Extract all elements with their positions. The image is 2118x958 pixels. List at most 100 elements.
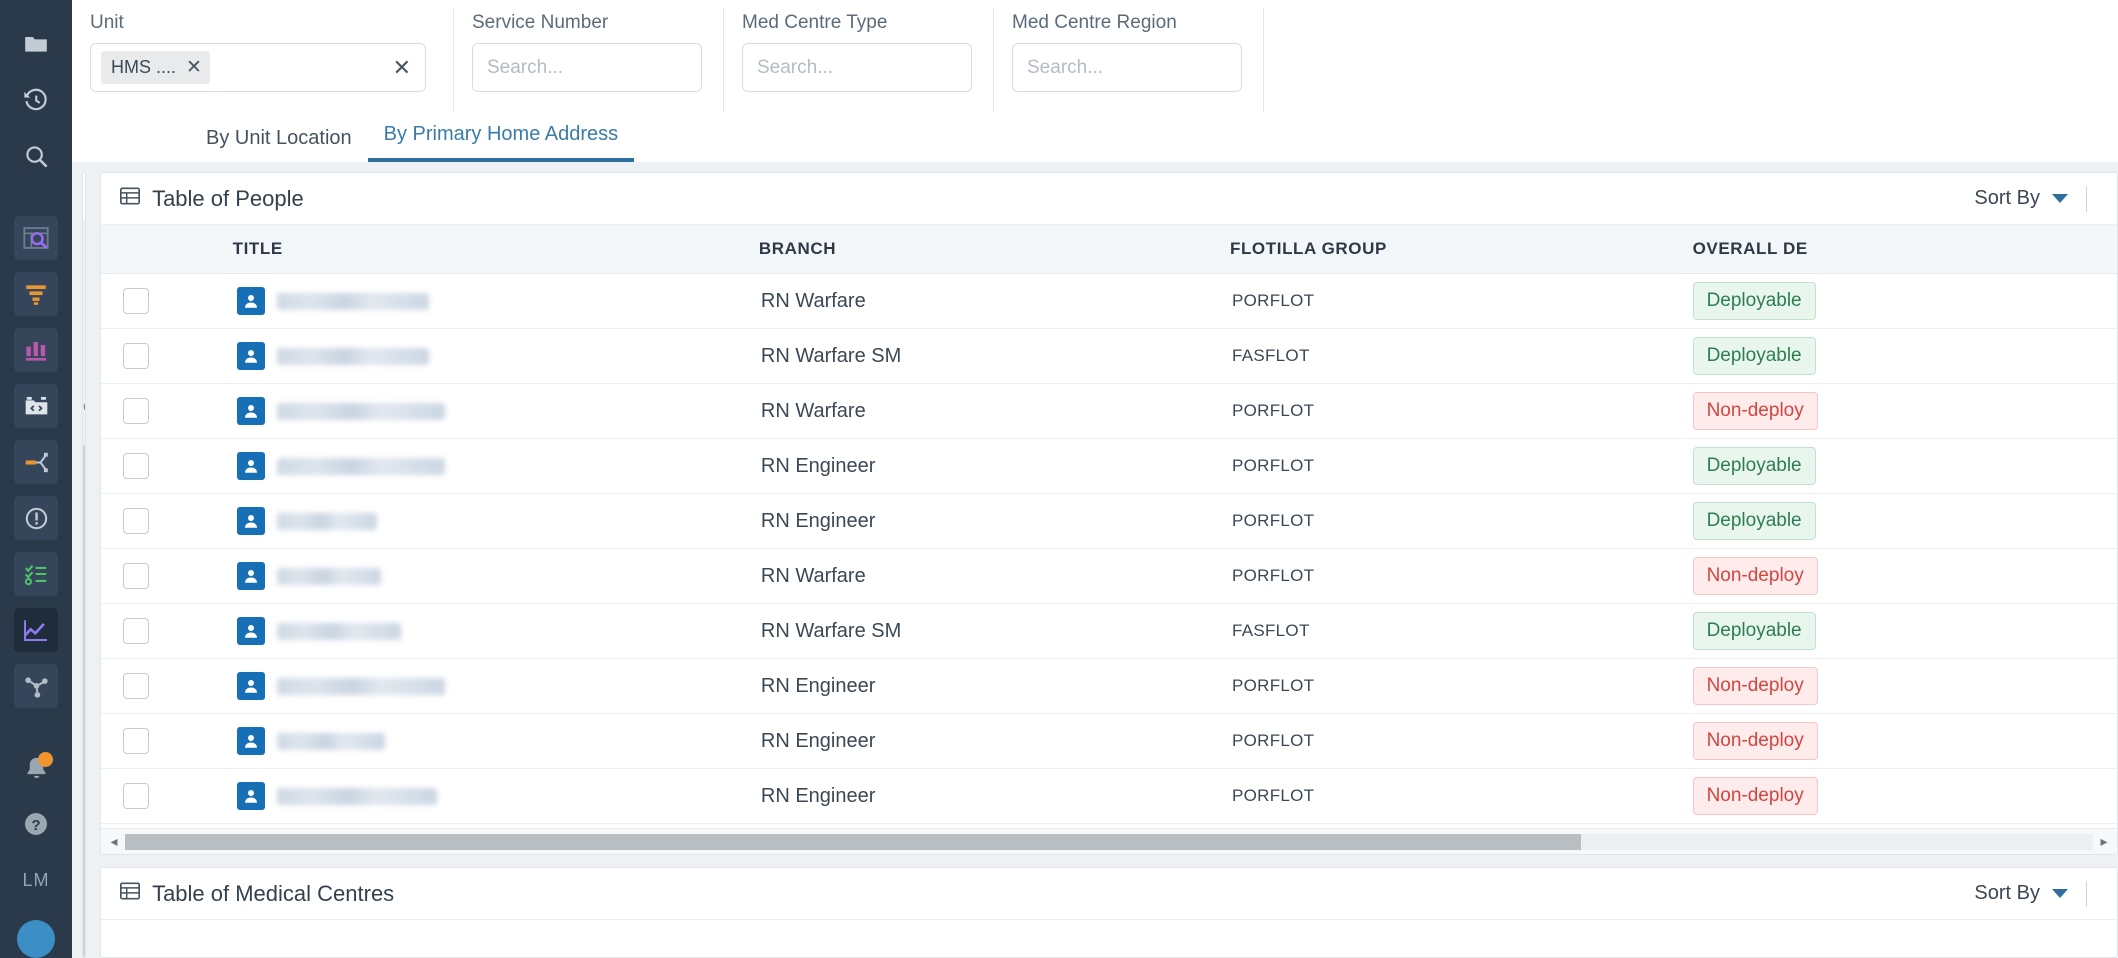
medical-centres-sort-by[interactable]: Sort By: [1974, 881, 2099, 907]
left-nav-sidebar: ? LM: [0, 0, 72, 958]
people-table-hscrollbar[interactable]: ◂ ▸: [101, 828, 2117, 854]
help-icon[interactable]: ?: [14, 802, 58, 846]
folder-icon[interactable]: [14, 22, 58, 66]
user-initials-label: LM: [22, 870, 49, 891]
med-centre-region-placeholder: Search...: [1027, 57, 1103, 79]
filter-med-centre-type-box[interactable]: Search...: [742, 43, 972, 92]
table-row[interactable]: RN Engineer PORFLOT Deployable: [101, 439, 2117, 494]
title-cell: [233, 329, 759, 384]
col-header-flotilla-group[interactable]: FLOTILLA GROUP: [1230, 225, 1693, 274]
table-row[interactable]: RN Warfare PORFLOT Deployable: [101, 274, 2117, 329]
code-repository-icon[interactable]: [14, 384, 58, 428]
row-select-cell: [101, 659, 233, 714]
row-checkbox[interactable]: [123, 618, 149, 644]
chevron-down-icon[interactable]: [2052, 889, 2068, 898]
title-cell: [233, 714, 759, 769]
people-sort-by[interactable]: Sort By: [1974, 186, 2099, 212]
col-header-title[interactable]: TITLE: [233, 225, 759, 274]
row-checkbox[interactable]: [123, 453, 149, 479]
row-select-cell: [101, 274, 233, 329]
table-row[interactable]: RN Warfare PORFLOT Non-deploy: [101, 549, 2117, 604]
col-header-overall-deployability[interactable]: OVERALL DE: [1693, 225, 2117, 274]
tab-by-primary-home-address[interactable]: By Primary Home Address: [368, 123, 635, 162]
row-checkbox[interactable]: [123, 398, 149, 424]
table-row[interactable]: RN Engineer SM FASFLOT Deployable: [101, 824, 2117, 829]
map-panel: Map of People Families PracticeDPHCReser…: [82, 172, 86, 958]
table-row[interactable]: RN Engineer PORFLOT Non-deploy: [101, 659, 2117, 714]
alert-icon[interactable]: [14, 496, 58, 540]
hscroll-thumb[interactable]: [125, 834, 1581, 850]
pipeline-icon[interactable]: [14, 440, 58, 484]
deployability-cell: Deployable: [1693, 494, 2117, 549]
row-checkbox[interactable]: [123, 508, 149, 534]
people-table-scroll-region[interactable]: TITLE BRANCH FLOTILLA GROUP OVERALL DE R…: [101, 225, 2117, 828]
line-chart-icon[interactable]: [14, 608, 58, 652]
deployability-cell: Deployable: [1693, 329, 2117, 384]
title-cell: [233, 769, 759, 824]
filter-service-number-box[interactable]: Search...: [472, 43, 702, 92]
history-icon[interactable]: [14, 78, 58, 122]
table-row[interactable]: RN Warfare PORFLOT Non-deploy: [101, 384, 2117, 439]
hscroll-track[interactable]: [125, 834, 2093, 850]
row-select-cell: [101, 439, 233, 494]
filter-med-centre-region-label: Med Centre Region: [1012, 12, 1245, 34]
table-row[interactable]: RN Warfare SM FASFLOT Deployable: [101, 329, 2117, 384]
filter-unit-input[interactable]: HMS .... ✕ ✕: [90, 43, 426, 92]
user-initials[interactable]: LM: [14, 858, 58, 902]
row-checkbox[interactable]: [123, 673, 149, 699]
scroll-right-icon[interactable]: ▸: [2093, 833, 2115, 850]
bar-chart-icon[interactable]: [14, 328, 58, 372]
redacted-name: [277, 678, 445, 695]
flotilla-group-cell: PORFLOT: [1230, 439, 1693, 494]
tab-by-unit-location[interactable]: By Unit Location: [190, 127, 368, 162]
row-checkbox[interactable]: [123, 783, 149, 809]
chevron-down-icon[interactable]: [2052, 194, 2068, 203]
map-canvas[interactable]: Families PracticeDPHCReserves PracticeOt…: [83, 221, 85, 957]
table-row[interactable]: RN Warfare SM FASFLOT Deployable: [101, 604, 2117, 659]
notifications-bell-icon[interactable]: [14, 746, 58, 790]
col-header-branch[interactable]: BRANCH: [759, 225, 1230, 274]
medical-centres-sort-by-label: Sort By: [1974, 882, 2040, 905]
svg-text:?: ?: [31, 817, 40, 834]
row-checkbox[interactable]: [123, 288, 149, 314]
filter-med-centre-region-box[interactable]: Search...: [1012, 43, 1242, 92]
table-row[interactable]: RN Engineer PORFLOT Deployable: [101, 494, 2117, 549]
flotilla-group-cell: PORFLOT: [1230, 769, 1693, 824]
chip-remove-icon[interactable]: ✕: [186, 58, 202, 77]
person-avatar-icon: [237, 782, 265, 810]
avatar[interactable]: [17, 920, 55, 958]
branch-cell: RN Engineer SM: [759, 824, 1230, 829]
clear-icon[interactable]: ✕: [393, 57, 411, 79]
person-avatar-icon: [237, 342, 265, 370]
scroll-left-icon[interactable]: ◂: [103, 833, 125, 850]
table-row[interactable]: RN Engineer PORFLOT Non-deploy: [101, 769, 2117, 824]
status-badge: Deployable: [1693, 447, 1816, 485]
person-avatar-icon: [237, 562, 265, 590]
row-checkbox[interactable]: [123, 563, 149, 589]
filter-unit-label: Unit: [90, 12, 435, 34]
row-checkbox[interactable]: [123, 343, 149, 369]
flotilla-group-cell: PORFLOT: [1230, 384, 1693, 439]
table-row[interactable]: RN Engineer PORFLOT Non-deploy: [101, 714, 2117, 769]
filter-service-number: Service Number Search...: [454, 8, 724, 112]
row-select-cell: [101, 329, 233, 384]
row-select-cell: [101, 824, 233, 829]
people-table: TITLE BRANCH FLOTILLA GROUP OVERALL DE R…: [101, 225, 2117, 828]
deployability-cell: Non-deploy: [1693, 769, 2117, 824]
checklist-icon[interactable]: [14, 552, 58, 596]
flotilla-group-cell: PORFLOT: [1230, 549, 1693, 604]
people-table-head: TITLE BRANCH FLOTILLA GROUP OVERALL DE: [101, 225, 2117, 274]
medical-centres-header: Table of Medical Centres Sort By: [101, 868, 2117, 920]
branch-cell: RN Engineer: [759, 494, 1230, 549]
filter-unit-chip[interactable]: HMS .... ✕: [101, 51, 210, 84]
person-avatar-icon: [237, 507, 265, 535]
search-icon[interactable]: [14, 134, 58, 178]
data-explorer-icon[interactable]: [14, 216, 58, 260]
filter-funnel-icon[interactable]: [14, 272, 58, 316]
branch-cell: RN Engineer: [759, 714, 1230, 769]
flotilla-group-cell: PORFLOT: [1230, 494, 1693, 549]
row-checkbox[interactable]: [123, 728, 149, 754]
people-table-panel: Table of People Sort By TITLE BRANCH FLO…: [100, 172, 2118, 855]
graph-network-icon[interactable]: [14, 664, 58, 708]
branch-cell: RN Engineer: [759, 439, 1230, 494]
